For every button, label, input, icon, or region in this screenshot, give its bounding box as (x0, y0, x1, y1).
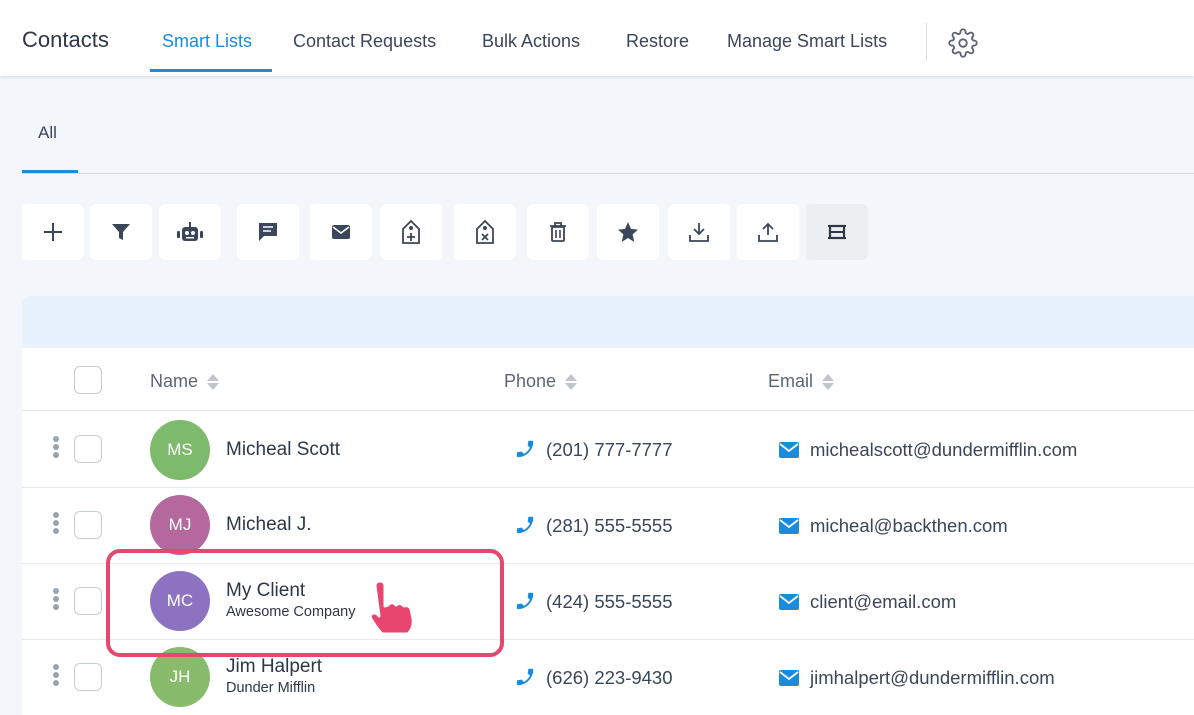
star-icon (618, 222, 638, 242)
row-checkbox[interactable] (74, 511, 102, 539)
column-settings-button[interactable] (806, 204, 868, 260)
add-contact-button[interactable] (22, 204, 84, 260)
remove-tag-icon (476, 219, 494, 244)
row-checkbox[interactable] (74, 435, 102, 463)
column-header-email[interactable]: Email (768, 371, 835, 392)
row-menu-icon[interactable] (51, 664, 61, 692)
page-title: Contacts (22, 27, 109, 52)
email-icon[interactable] (779, 670, 799, 686)
email-icon[interactable] (779, 594, 799, 610)
sort-icon (565, 373, 578, 390)
add-tag-button[interactable] (380, 204, 442, 260)
tab-smart-lists[interactable]: Smart Lists (162, 31, 252, 52)
remove-tag-button[interactable] (454, 204, 516, 260)
avatar: MS (150, 420, 210, 480)
highlight-box (106, 549, 504, 657)
export-icon (758, 222, 778, 242)
row-divider (22, 487, 1194, 488)
gear-icon[interactable] (948, 28, 978, 58)
row-menu-icon[interactable] (51, 588, 61, 616)
column-header-name[interactable]: Name (150, 371, 220, 392)
row-menu-icon[interactable] (51, 436, 61, 464)
automation-button[interactable] (159, 204, 221, 260)
contact-email[interactable]: client@email.com (810, 591, 956, 613)
contact-phone[interactable]: (424) 555-5555 (546, 591, 673, 613)
phone-icon[interactable] (514, 438, 536, 460)
contact-phone[interactable]: (626) 223-9430 (546, 667, 673, 689)
export-button[interactable] (737, 204, 799, 260)
tab-restore[interactable]: Restore (626, 31, 689, 52)
avatar: MJ (150, 495, 210, 555)
plus-icon (44, 223, 62, 241)
contact-phone[interactable]: (201) 777-7777 (546, 439, 673, 461)
contact-name[interactable]: Micheal Scott (226, 439, 340, 461)
row-checkbox[interactable] (74, 663, 102, 691)
phone-icon[interactable] (514, 590, 536, 612)
send-sms-button[interactable] (237, 204, 299, 260)
add-tag-icon (402, 219, 420, 244)
subtab-divider (22, 173, 1194, 174)
subtab-all[interactable]: All (38, 123, 57, 143)
filter-icon (112, 224, 130, 240)
filter-button[interactable] (90, 204, 152, 260)
email-icon[interactable] (779, 442, 799, 458)
row-checkbox[interactable] (74, 587, 102, 615)
contact-name[interactable]: Micheal J. (226, 514, 312, 536)
phone-icon[interactable] (514, 514, 536, 536)
active-subtab-indicator (22, 170, 78, 173)
contact-email[interactable]: micheal@backthen.com (810, 515, 1008, 537)
table-header-band (22, 296, 1194, 348)
phone-icon[interactable] (514, 666, 536, 688)
envelope-icon (332, 225, 350, 239)
active-tab-indicator (150, 69, 272, 72)
robot-icon (177, 222, 203, 241)
contact-phone[interactable]: (281) 555-5555 (546, 515, 673, 537)
column-settings-icon (828, 224, 846, 240)
contact-company: Dunder Mifflin (226, 680, 316, 696)
tab-contact-requests[interactable]: Contact Requests (293, 31, 436, 52)
sort-icon (822, 373, 835, 390)
tab-bulk-actions[interactable]: Bulk Actions (482, 31, 580, 52)
favorite-button[interactable] (597, 204, 659, 260)
contact-email[interactable]: michealscott@dundermifflin.com (810, 439, 1077, 461)
email-icon[interactable] (779, 518, 799, 534)
delete-button[interactable] (527, 204, 589, 260)
message-icon (259, 223, 277, 241)
row-menu-icon[interactable] (51, 512, 61, 540)
trash-icon (550, 222, 566, 242)
contact-name[interactable]: Jim Halpert (226, 656, 322, 678)
tab-manage-smart-lists[interactable]: Manage Smart Lists (727, 31, 887, 52)
row-divider (22, 410, 1194, 411)
import-button[interactable] (668, 204, 730, 260)
import-icon (689, 223, 709, 242)
top-navigation: Contacts Smart Lists Contact Requests Bu… (0, 0, 1194, 76)
contact-email[interactable]: jimhalpert@dundermifflin.com (810, 667, 1055, 689)
send-email-button[interactable] (310, 204, 372, 260)
column-header-phone[interactable]: Phone (504, 371, 578, 392)
nav-divider (926, 23, 927, 61)
hand-pointer-icon (368, 579, 415, 636)
select-all-checkbox[interactable] (74, 366, 102, 394)
sort-icon (207, 373, 220, 390)
